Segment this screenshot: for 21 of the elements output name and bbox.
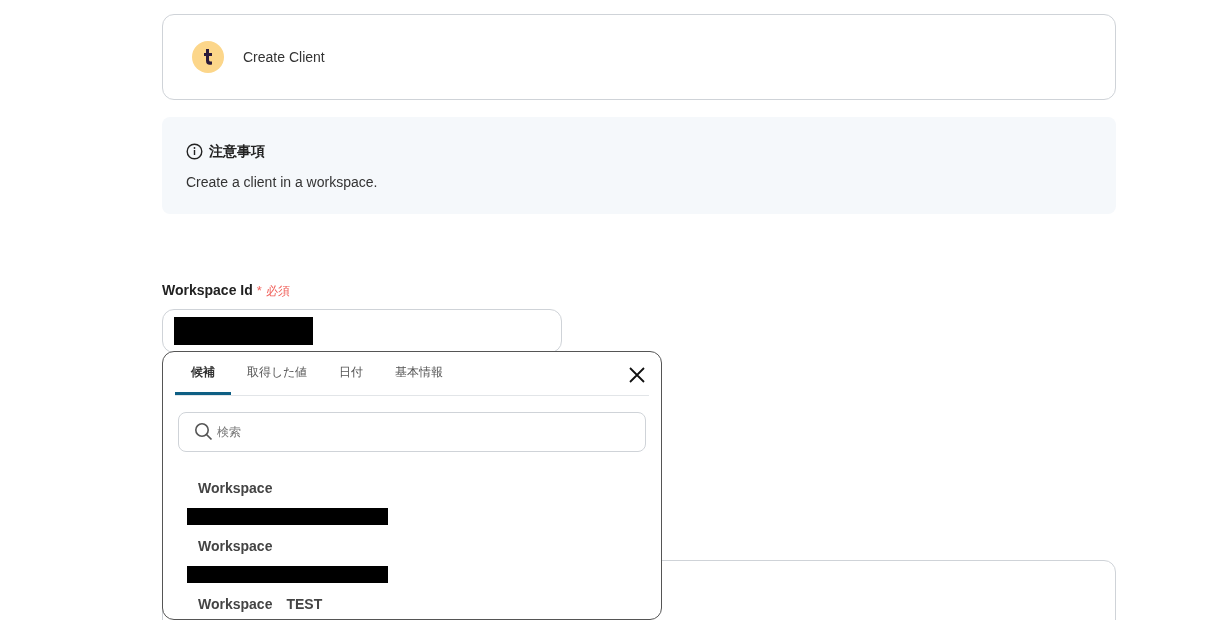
field-label: Workspace Id (162, 281, 253, 300)
app-logo-icon (192, 41, 224, 73)
option-name: Workspace (198, 537, 274, 556)
required-label: 必須 (265, 282, 290, 300)
search-field[interactable]: 検索 (178, 412, 646, 452)
close-icon[interactable] (627, 365, 647, 385)
picker-tab[interactable]: 日付 (323, 352, 379, 395)
workspace-option[interactable]: Workspace (163, 532, 661, 590)
workspace-option[interactable]: Workspace (163, 474, 661, 532)
required-asterisk: * (256, 281, 262, 300)
notice-text: Create a client in a workspace. (186, 173, 379, 192)
action-title: Create Client (243, 47, 325, 67)
workspace-option[interactable]: Workspace TEST (163, 590, 661, 619)
picker-tab[interactable]: 候補 (175, 352, 231, 395)
notice-heading: 注意事項 (209, 142, 265, 161)
option-name: Workspace TEST (198, 595, 324, 614)
picker-tab[interactable]: 取得した値 (231, 352, 323, 395)
option-name: Workspace (198, 479, 274, 498)
picker-tab[interactable]: 基本情報 (379, 352, 459, 395)
search-icon (194, 422, 213, 441)
info-icon (186, 143, 203, 160)
